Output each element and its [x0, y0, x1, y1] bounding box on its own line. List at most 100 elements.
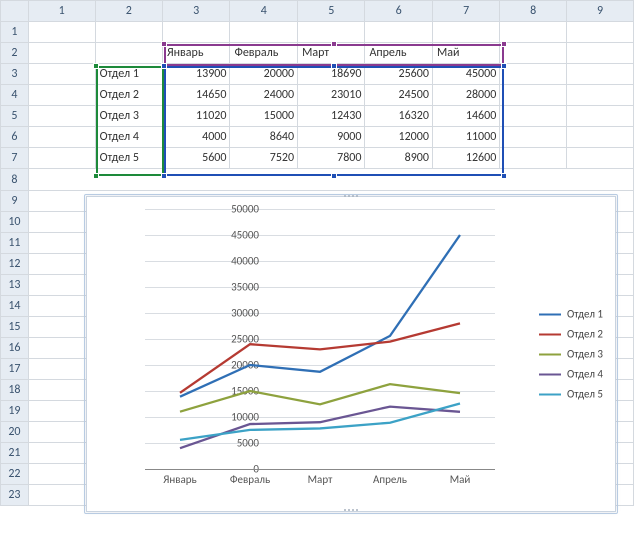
col-header[interactable]: 2 — [95, 1, 162, 22]
chart-series-line — [180, 235, 460, 397]
resize-handle-icon[interactable] — [341, 509, 361, 513]
col-header[interactable]: 4 — [230, 1, 298, 22]
cell[interactable]: 24500 — [365, 85, 433, 106]
col-header[interactable]: 5 — [298, 1, 365, 22]
cell[interactable] — [500, 43, 567, 64]
row-header[interactable]: 4 — [1, 85, 29, 106]
row-header[interactable]: 23 — [1, 485, 29, 506]
row-header[interactable]: 16 — [1, 338, 29, 359]
row-header[interactable]: 11 — [1, 233, 29, 254]
cell[interactable]: 14650 — [162, 85, 229, 106]
cell[interactable] — [500, 22, 567, 43]
col-header[interactable]: 1 — [28, 1, 95, 22]
row-header[interactable]: 6 — [1, 127, 29, 148]
cell[interactable]: Отдел 5 — [95, 148, 162, 169]
cell[interactable]: 11000 — [432, 127, 499, 148]
cell[interactable]: 18690 — [298, 64, 365, 85]
resize-handle-icon[interactable] — [341, 195, 361, 199]
cell[interactable]: Отдел 3 — [95, 106, 162, 127]
col-header[interactable]: 6 — [365, 1, 433, 22]
row-header[interactable]: 19 — [1, 401, 29, 422]
cell[interactable] — [28, 64, 95, 85]
row-header[interactable]: 18 — [1, 380, 29, 401]
cell[interactable] — [567, 43, 634, 64]
embedded-chart[interactable]: 0500010000150002000025000300003500040000… — [86, 196, 616, 512]
cell[interactable]: Апрель — [365, 43, 433, 64]
cell[interactable] — [28, 127, 95, 148]
cell[interactable]: 16320 — [365, 106, 433, 127]
cell[interactable]: 15000 — [230, 106, 298, 127]
cell[interactable] — [567, 64, 634, 85]
cell[interactable]: Март — [298, 43, 365, 64]
cell[interactable]: 20000 — [230, 64, 298, 85]
cell[interactable]: Отдел 4 — [95, 127, 162, 148]
cell[interactable]: Февраль — [230, 43, 298, 64]
cell[interactable] — [95, 22, 162, 43]
cell[interactable] — [567, 106, 634, 127]
row-header[interactable]: 12 — [1, 254, 29, 275]
cell[interactable]: 7800 — [298, 148, 365, 169]
cell[interactable] — [567, 148, 634, 169]
cell[interactable] — [95, 43, 162, 64]
cell[interactable] — [500, 64, 567, 85]
row-header[interactable]: 5 — [1, 106, 29, 127]
cell[interactable] — [28, 106, 95, 127]
row-header[interactable]: 9 — [1, 191, 29, 212]
cell[interactable] — [28, 22, 95, 43]
cell[interactable] — [28, 85, 95, 106]
cell[interactable] — [500, 106, 567, 127]
cell[interactable] — [230, 22, 298, 43]
row-header[interactable]: 10 — [1, 212, 29, 233]
row-header[interactable]: 1 — [1, 22, 29, 43]
cell[interactable]: 7520 — [230, 148, 298, 169]
row-header[interactable]: 13 — [1, 275, 29, 296]
cell[interactable] — [28, 43, 95, 64]
cell[interactable]: 12430 — [298, 106, 365, 127]
row-header[interactable]: 8 — [1, 169, 29, 191]
cell[interactable]: Отдел 1 — [95, 64, 162, 85]
row-header[interactable]: 3 — [1, 64, 29, 85]
col-header[interactable]: 7 — [432, 1, 499, 22]
row-header[interactable]: 21 — [1, 443, 29, 464]
row-header[interactable]: 2 — [1, 43, 29, 64]
cell[interactable] — [28, 148, 95, 169]
cell[interactable]: 9000 — [298, 127, 365, 148]
cell[interactable]: 12600 — [432, 148, 499, 169]
cell[interactable]: 8900 — [365, 148, 433, 169]
cell[interactable] — [500, 85, 567, 106]
select-all-corner[interactable] — [1, 1, 29, 22]
row-header[interactable]: 20 — [1, 422, 29, 443]
cell[interactable]: 5600 — [162, 148, 229, 169]
row-header[interactable]: 17 — [1, 359, 29, 380]
cell[interactable] — [432, 22, 499, 43]
cell[interactable]: 45000 — [432, 64, 499, 85]
cell[interactable]: 13900 — [162, 64, 229, 85]
cell[interactable]: Май — [432, 43, 499, 64]
cell[interactable] — [500, 127, 567, 148]
cell[interactable]: 23010 — [298, 85, 365, 106]
cell[interactable]: 4000 — [162, 127, 229, 148]
cell[interactable]: Январь — [162, 43, 229, 64]
row-header[interactable]: 14 — [1, 296, 29, 317]
cell[interactable]: Отдел 2 — [95, 85, 162, 106]
cell[interactable] — [162, 22, 229, 43]
row-header[interactable]: 7 — [1, 148, 29, 169]
row-header[interactable]: 22 — [1, 464, 29, 485]
cell[interactable] — [500, 148, 567, 169]
cell[interactable]: 25600 — [365, 64, 433, 85]
cell[interactable] — [567, 85, 634, 106]
cell[interactable]: 8640 — [230, 127, 298, 148]
col-header[interactable]: 3 — [162, 1, 229, 22]
cell[interactable]: 12000 — [365, 127, 433, 148]
cell[interactable]: 14600 — [432, 106, 499, 127]
cell[interactable] — [567, 22, 634, 43]
cell[interactable] — [365, 22, 433, 43]
cell[interactable]: 11020 — [162, 106, 229, 127]
row-header[interactable]: 15 — [1, 317, 29, 338]
col-header[interactable]: 8 — [500, 1, 567, 22]
col-header[interactable]: 9 — [567, 1, 634, 22]
cell[interactable] — [298, 22, 365, 43]
cell[interactable]: 28000 — [432, 85, 499, 106]
cell[interactable]: 24000 — [230, 85, 298, 106]
cell[interactable] — [567, 127, 634, 148]
